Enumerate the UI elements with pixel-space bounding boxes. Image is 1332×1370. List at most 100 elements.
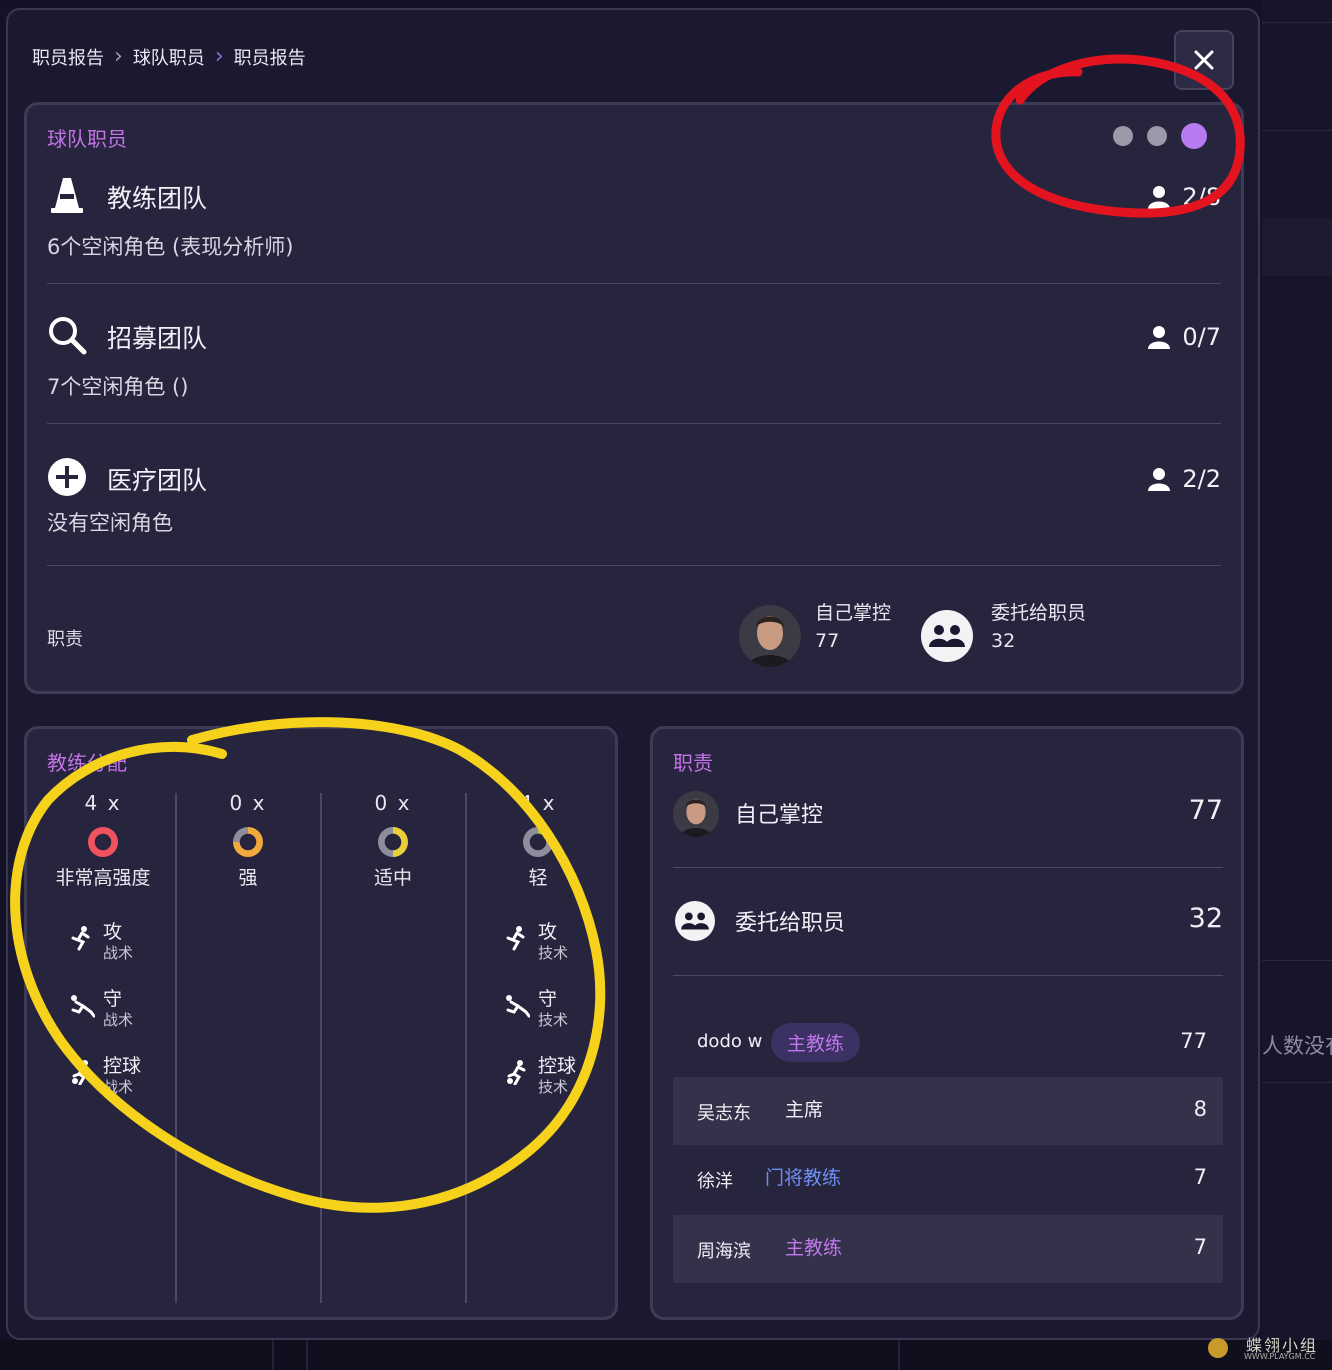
- defend-icon: [71, 995, 95, 1018]
- skill-subtitle: 战术: [103, 944, 134, 962]
- staff-value: 8: [1193, 1097, 1207, 1121]
- duty-delegated-value: 32: [991, 630, 1016, 652]
- watermark-url: WWW.PLAYGM.CC: [1244, 1352, 1316, 1361]
- intensity-count: 0 x: [229, 791, 267, 815]
- skill-possession-technical[interactable]: 控球 技术: [504, 1055, 576, 1097]
- responsibility-panel: 职责 自己掌控 77 委托给职员 32 dodo w 主教练 77 吴志东 主席…: [650, 726, 1244, 1320]
- background-bottom-bar: [0, 1340, 1332, 1370]
- skill-possession-tactics[interactable]: 控球 战术: [69, 1055, 141, 1097]
- team-count-value: 0/7: [1182, 323, 1221, 351]
- skill-defend-tactics[interactable]: 守战术: [69, 988, 133, 1030]
- staff-name: dodo w: [697, 1031, 763, 1052]
- search-icon: [47, 315, 87, 355]
- person-icon: [1148, 468, 1171, 491]
- breadcrumb-item-report[interactable]: 职员报告: [32, 44, 104, 70]
- staff-row[interactable]: 徐洋 门将教练 7: [673, 1145, 1223, 1213]
- possession-icon: [507, 1060, 526, 1085]
- responsibility-self-label: 自己掌控: [735, 803, 824, 828]
- responsibility-delegated-label: 委托给职员: [735, 911, 846, 936]
- skill-attack-technical[interactable]: 攻技术: [504, 921, 568, 963]
- team-count-value: 2/2: [1182, 465, 1221, 493]
- divider: [47, 423, 1221, 424]
- breadcrumb: 职员报告 › 球队职员 › 职员报告: [32, 44, 306, 70]
- avatar: [673, 791, 719, 837]
- skill-defend-technical[interactable]: 守技术: [504, 988, 568, 1030]
- intensity-ring-icon: [523, 827, 553, 857]
- intensity-label: 轻: [528, 867, 548, 889]
- skill-subtitle: 战术: [103, 1011, 134, 1029]
- duty-self-label: 自己掌控: [815, 602, 892, 624]
- coin-logo-icon: [1208, 1338, 1228, 1358]
- team-count: 2/2: [1148, 465, 1221, 493]
- staff-role: 主教练: [785, 1237, 843, 1259]
- avatar: [739, 605, 801, 667]
- close-button[interactable]: [1174, 30, 1234, 90]
- staff-role-badge: 主教练: [771, 1023, 861, 1062]
- skill-attack-tactics[interactable]: 攻战术: [69, 921, 133, 963]
- skill-title: 守: [538, 988, 558, 1010]
- panel-title: 教练分配: [47, 751, 127, 775]
- responsibility-self-value: 77: [1188, 795, 1223, 826]
- intensity-ring-icon: [233, 827, 263, 857]
- team-subtitle: 7个空闲角色 (): [47, 375, 189, 399]
- attack-icon: [506, 926, 525, 951]
- person-icon: [1148, 186, 1171, 209]
- team-name: 教练团队: [107, 184, 208, 213]
- skill-subtitle: 战术: [103, 1078, 134, 1096]
- team-subtitle: 6个空闲角色 (表现分析师): [47, 235, 294, 259]
- skill-title: 控球: [103, 1055, 142, 1077]
- close-icon: [1194, 50, 1214, 70]
- cone-icon: [47, 175, 87, 215]
- person-icon: [1148, 326, 1171, 349]
- medical-plus-icon: [47, 457, 87, 497]
- intensity-label: 强: [238, 867, 258, 889]
- duty-delegated-label: 委托给职员: [991, 602, 1087, 624]
- intensity-ring-icon: [88, 827, 118, 857]
- intensity-column-very-high[interactable]: 4 x 非常高强度: [31, 791, 175, 890]
- page-dot[interactable]: [1147, 126, 1167, 146]
- divider: [47, 283, 1221, 284]
- skill-title: 攻: [538, 921, 558, 943]
- chevron-right-icon: ›: [114, 44, 123, 69]
- team-count: 2/8: [1148, 183, 1221, 211]
- defend-icon: [506, 995, 530, 1018]
- staff-role: 门将教练: [765, 1167, 842, 1189]
- staff-value: 77: [1180, 1029, 1207, 1053]
- staff-row[interactable]: 周海滨 主教练 7: [673, 1215, 1223, 1283]
- page-dot-active[interactable]: [1181, 123, 1207, 149]
- skill-subtitle: 技术: [538, 1078, 569, 1096]
- staff-name: 徐洋: [697, 1171, 733, 1192]
- page-indicator: [1113, 123, 1207, 149]
- intensity-column-medium[interactable]: 0 x 适中: [321, 791, 465, 890]
- team-count: 0/7: [1148, 323, 1221, 351]
- staff-name: 周海滨: [697, 1241, 751, 1262]
- chevron-right-icon: ›: [214, 44, 224, 69]
- responsibility-self-row[interactable]: 自己掌控 77: [673, 791, 1223, 841]
- intensity-column-high[interactable]: 0 x 强: [176, 791, 320, 890]
- breadcrumb-item-team-staff[interactable]: 球队职员: [133, 44, 205, 70]
- intensity-count: 4 x: [84, 791, 122, 815]
- skill-title: 攻: [103, 921, 123, 943]
- skill-title: 守: [103, 988, 123, 1010]
- intensity-column-light[interactable]: 4 x 轻: [466, 791, 610, 890]
- attack-icon: [71, 926, 90, 951]
- duty-self-value: 77: [815, 630, 840, 652]
- staff-row[interactable]: dodo w 主教练 77: [673, 1009, 1223, 1077]
- staff-value: 7: [1193, 1235, 1207, 1259]
- responsibility-delegated-row[interactable]: 委托给职员 32: [673, 901, 1223, 951]
- divider: [673, 867, 1223, 868]
- intensity-count: 4 x: [519, 791, 557, 815]
- training-allocation-panel: 教练分配 4 x 非常高强度 0 x 强 0 x 适中 4 x 轻 攻战术 守 …: [24, 726, 618, 1320]
- team-name: 招募团队: [107, 324, 208, 353]
- team-staff-panel: 球队职员 教练团队 6个空闲角色 (表现分析师) 2/8 招募团队 7个空闲角色…: [24, 102, 1244, 694]
- page-dot[interactable]: [1113, 126, 1133, 146]
- intensity-label: 适中: [373, 867, 412, 889]
- breadcrumb-item-current: 职员报告: [233, 48, 306, 69]
- staff-name: 吴志东: [697, 1103, 751, 1124]
- skill-subtitle: 技术: [538, 1011, 569, 1029]
- responsibility-delegated-value: 32: [1188, 903, 1223, 934]
- watermark: 蝶翎小组 WWW.PLAYGM.CC: [1208, 1332, 1326, 1366]
- staff-row[interactable]: 吴志东 主席 8: [673, 1077, 1223, 1145]
- panel-title: 职责: [673, 751, 713, 775]
- team-subtitle: 没有空闲角色: [47, 511, 173, 535]
